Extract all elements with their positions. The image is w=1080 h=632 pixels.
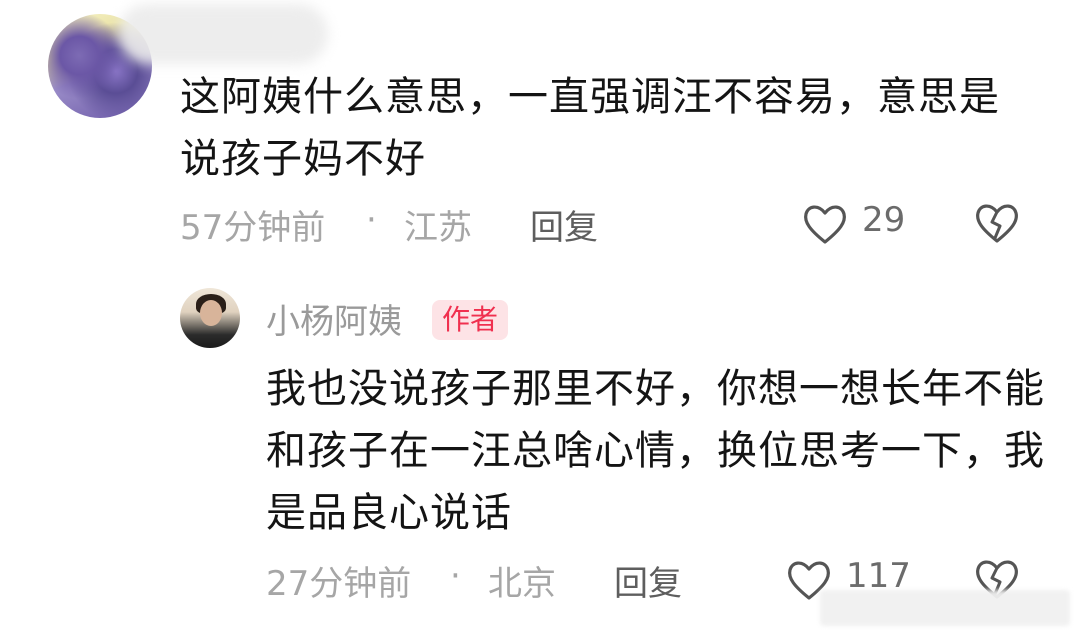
comment-text: 这阿姨什么意思，一直强调汪不容易，意思是说孩子妈不好 — [180, 74, 1000, 182]
reply-timestamp: 27分钟前 — [266, 564, 412, 604]
watermark-overlay — [820, 590, 1070, 626]
meta-separator: · — [450, 556, 461, 596]
reply-location: 北京 — [488, 564, 556, 604]
broken-heart-icon[interactable] — [974, 200, 1020, 244]
reply-button[interactable]: 回复 — [530, 200, 598, 249]
comment-timestamp: 57分钟前 — [180, 208, 326, 248]
like-count: 29 — [862, 200, 906, 240]
heart-outline-icon[interactable] — [802, 202, 848, 246]
meta-separator: · — [366, 200, 377, 240]
author-name[interactable]: 小杨阿姨 — [266, 294, 402, 343]
blurred-username — [118, 4, 328, 64]
author-badge: 作者 — [432, 300, 509, 340]
comment-location: 江苏 — [404, 208, 472, 248]
author-avatar[interactable] — [180, 288, 240, 348]
reply-text: 我也没说孩子那里不好，你想一想长年不能和孩子在一汪总啥心情，换位思考一下，我是品… — [266, 366, 1045, 536]
reply-button[interactable]: 回复 — [614, 556, 682, 605]
